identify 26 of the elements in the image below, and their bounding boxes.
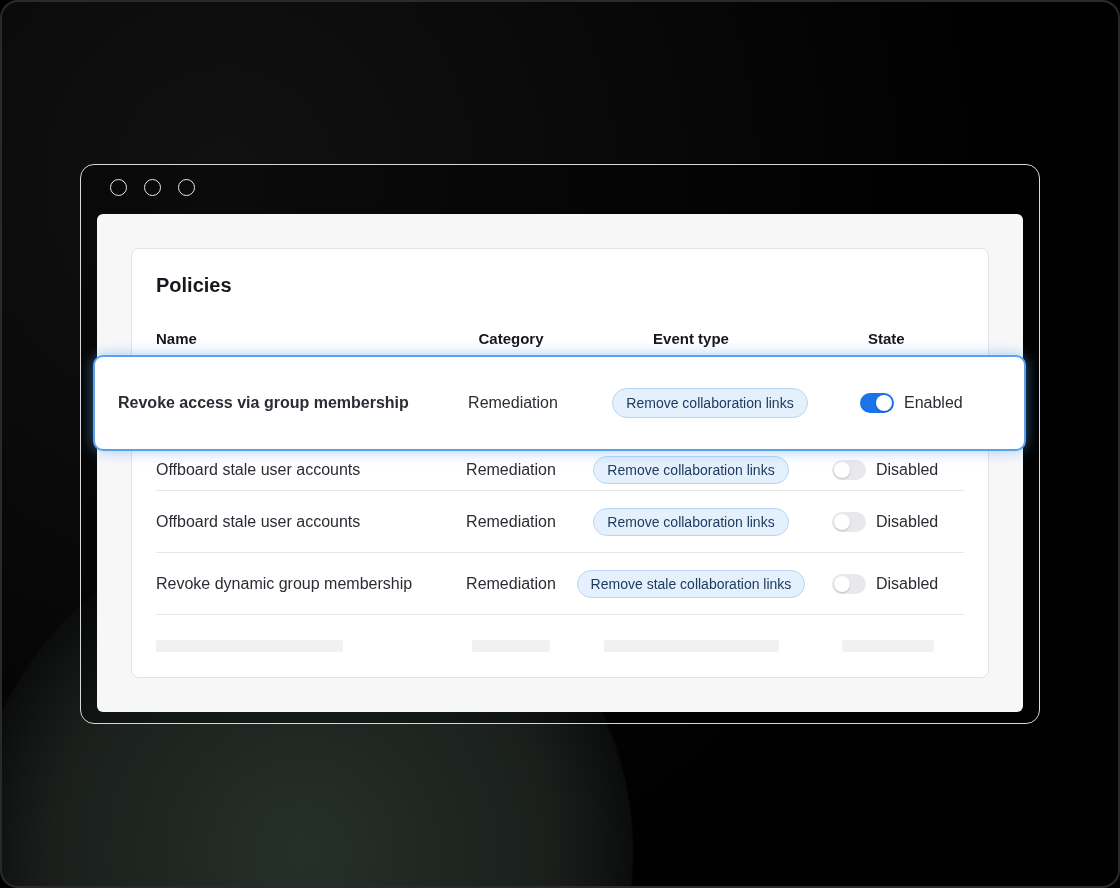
state-label: Disabled [876,574,939,593]
state-label: Disabled [876,512,939,531]
policy-category: Remediation [466,512,556,531]
column-header: Category [478,329,544,347]
column-header: Name [156,329,197,347]
policy-name: Revoke access via group membership [118,394,409,412]
column-header: Event type [653,329,729,347]
policy-name: Offboard stale user accounts [156,512,361,531]
policy-category: Remediation [468,394,558,412]
event-type-tag: Remove collaboration links [593,455,789,484]
column-header: State [867,329,905,347]
toggle-switch[interactable] [860,393,894,413]
toggle-switch[interactable] [832,511,866,532]
event-type-tag: Remove stale collaboration links [576,569,806,598]
event-type-tag: Remove collaboration links [593,507,789,536]
policy-category: Remediation [466,574,556,593]
highlighted-row[interactable]: Revoke access via group membership Remediation Remove collaboration links Enabled [93,355,1026,451]
event-type-tag: Remove collaboration links [612,388,808,418]
toggle-switch[interactable] [832,573,866,594]
state-label: Enabled [904,394,963,412]
policy-category: Remediation [466,460,556,479]
toggle-switch[interactable] [832,459,866,480]
card-title: Policies [156,273,233,298]
state-label: Disabled [876,460,939,479]
policy-name: Offboard stale user accounts [156,460,361,479]
policy-name: Revoke dynamic group membership [156,574,413,593]
